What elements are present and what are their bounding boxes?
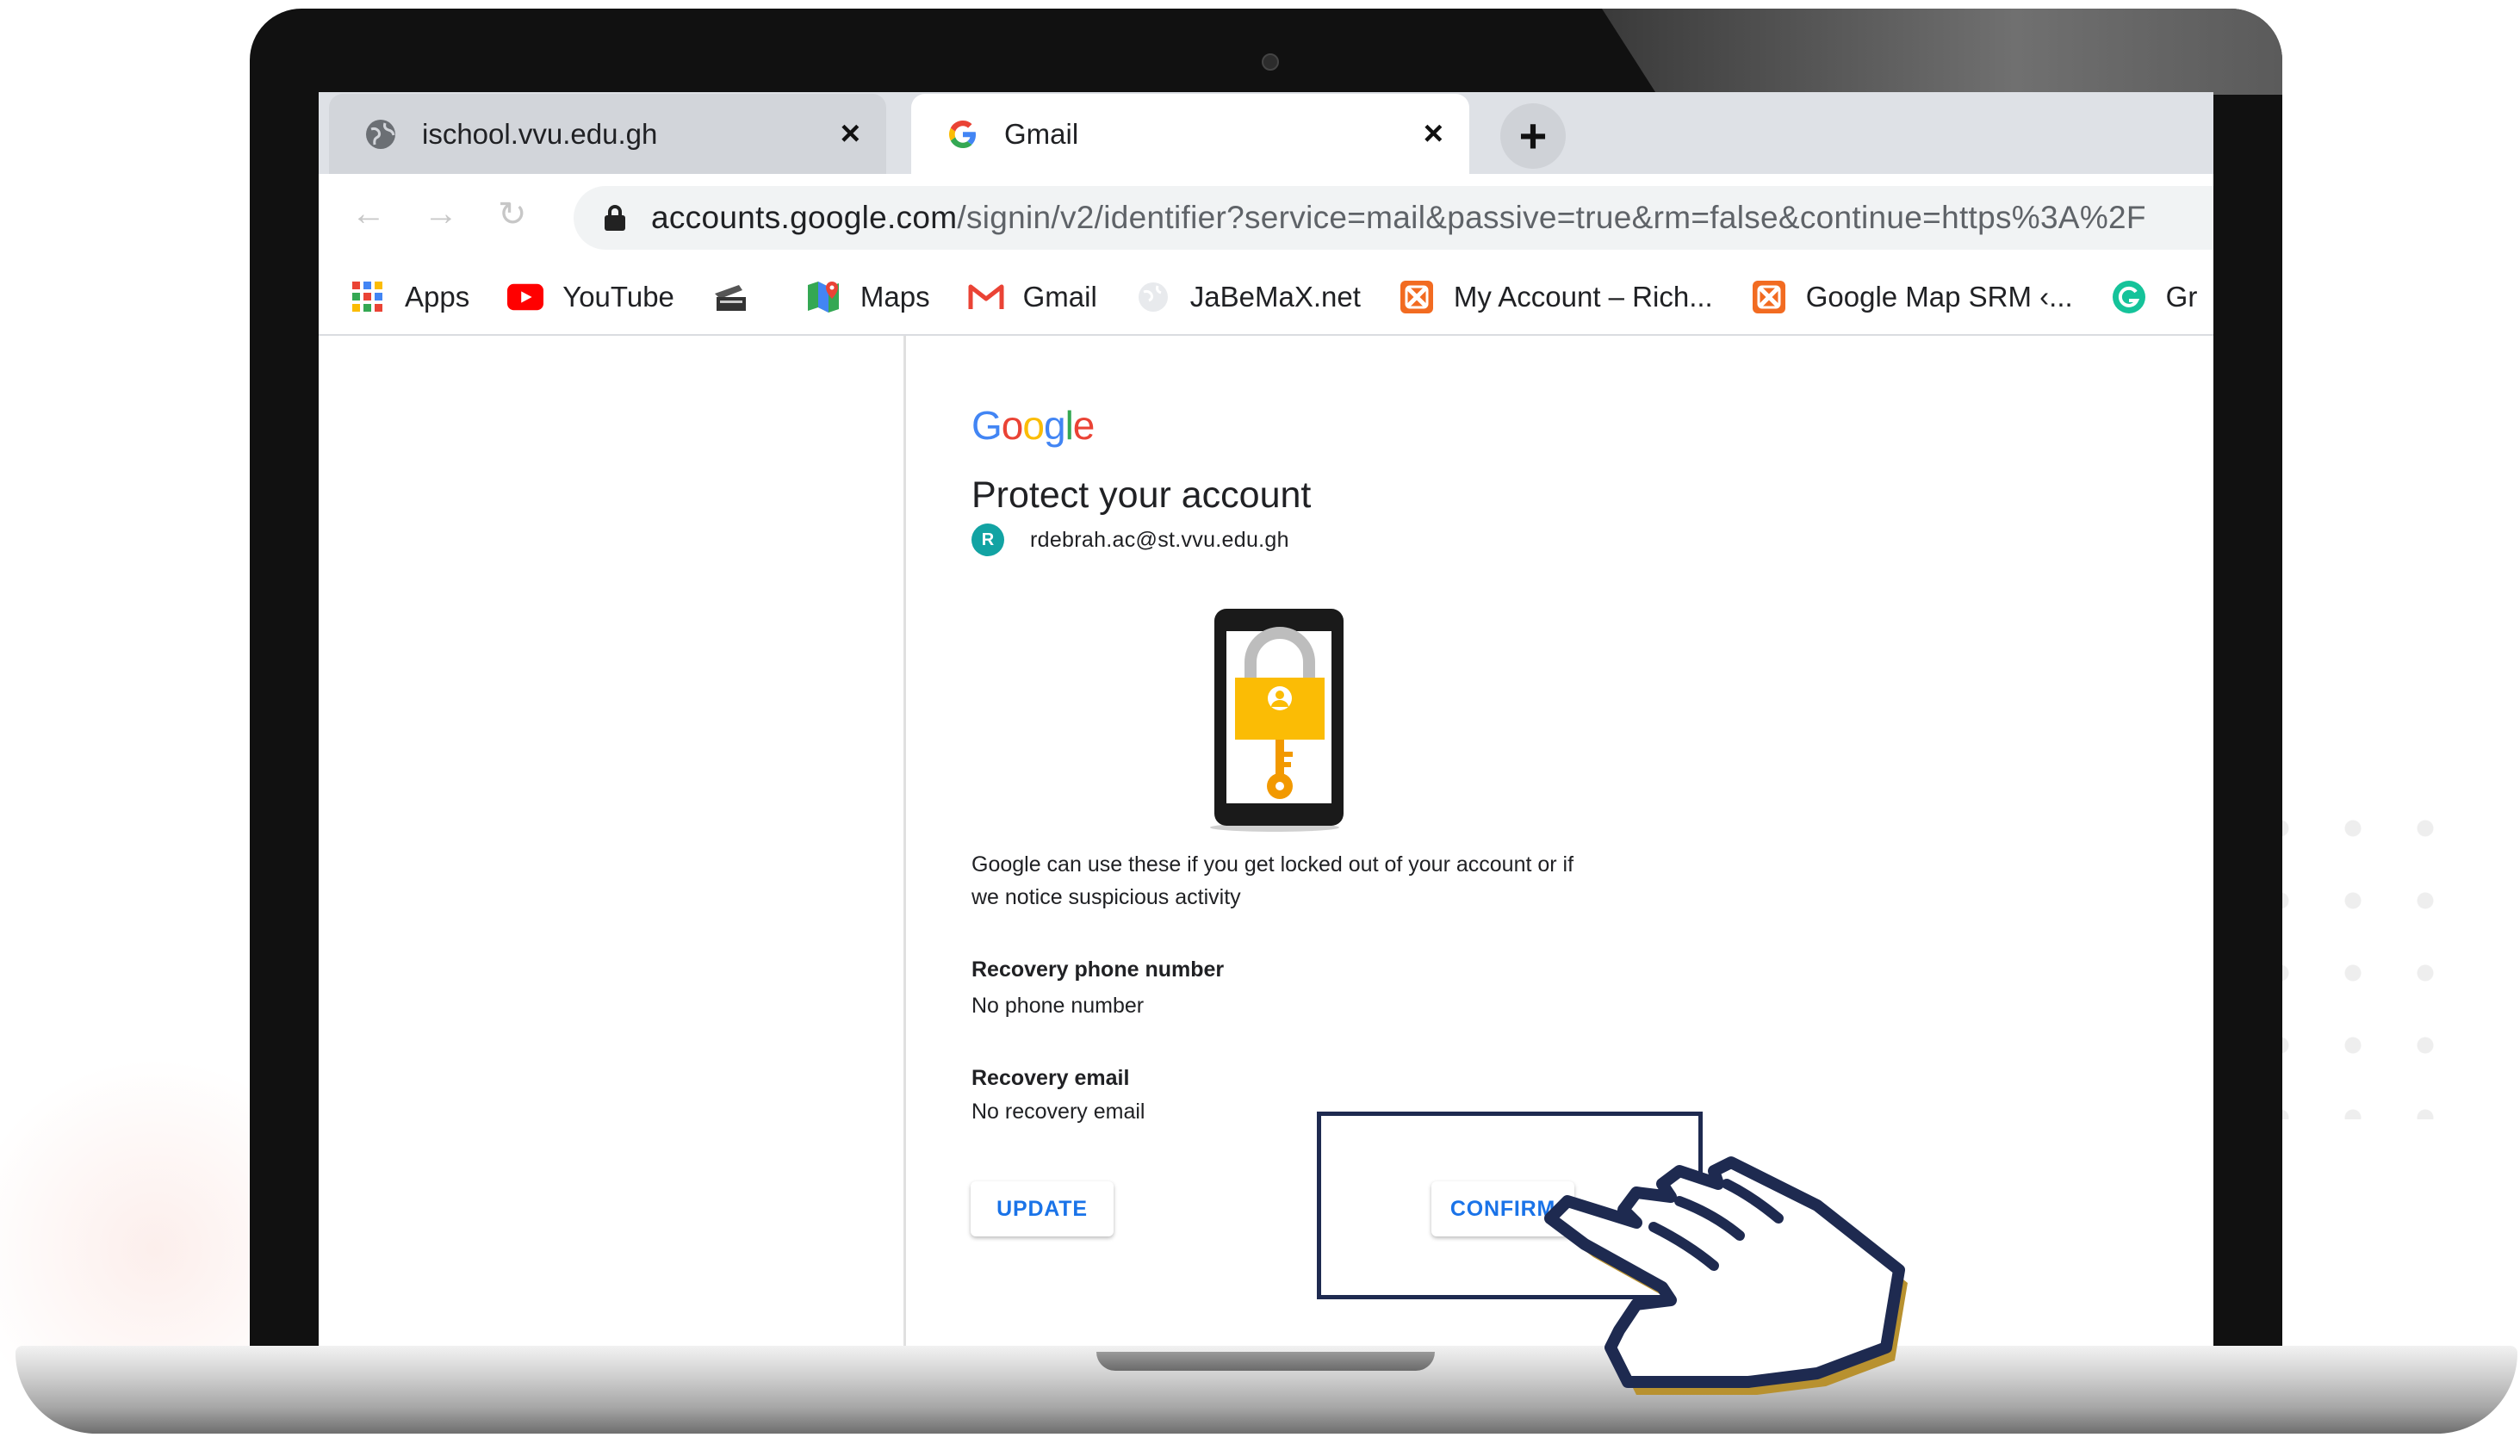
recovery-phone-value: No phone number — [971, 994, 1145, 1018]
page-title: Protect your account — [971, 474, 1312, 516]
laptop-notch — [1096, 1352, 1435, 1371]
recovery-email-value: No recovery email — [971, 1100, 1145, 1124]
bezel-reflection — [1602, 9, 2282, 95]
avatar: R — [971, 524, 1004, 556]
description-text: Google can use these if you get locked o… — [971, 852, 1574, 909]
card-header: Google Protect your account R rdebrah.ac… — [971, 402, 1626, 556]
pointing-hand-icon — [1544, 1156, 1908, 1395]
update-button[interactable]: UPDATE — [971, 1181, 1114, 1236]
phone-lock-illustration — [1210, 609, 1344, 832]
google-logo: Google — [971, 403, 1095, 448]
recovery-phone-label: Recovery phone number — [971, 957, 1225, 982]
webcam-icon — [1262, 53, 1279, 71]
account-chip[interactable]: R rdebrah.ac@st.vvu.edu.gh — [971, 524, 1626, 556]
recovery-email-label: Recovery email — [971, 1066, 1130, 1090]
account-email: rdebrah.ac@st.vvu.edu.gh — [1030, 527, 1289, 552]
